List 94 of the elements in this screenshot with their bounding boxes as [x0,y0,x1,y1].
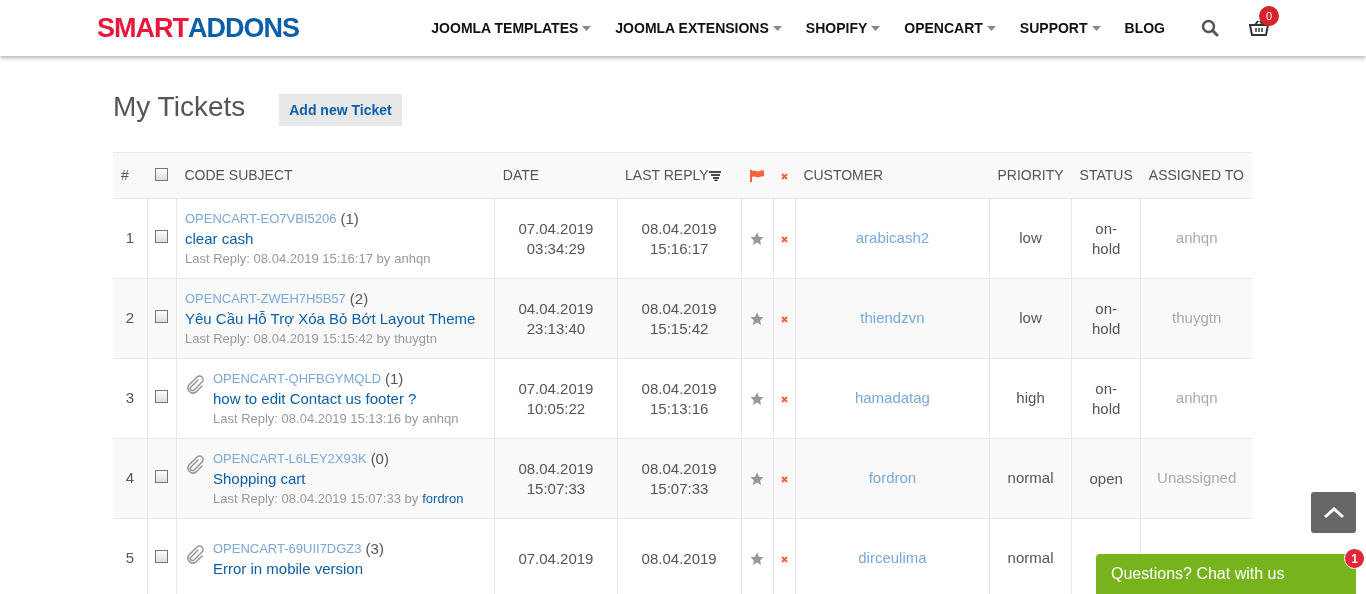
column-header: CODE SUBJECT [184,167,293,183]
date-text: 08.04.2019 15:16:17 [641,219,717,257]
date-text: 07.04.2019 10:05:22 [518,379,594,417]
row-number: 1 [125,229,135,247]
reply-count: (2) [349,288,369,309]
date-text: 04.04.2019 23:13:40 [518,299,594,337]
priority-text: normal [1007,469,1054,487]
user-name: anhqn [394,249,431,268]
close-icon[interactable] [780,555,788,563]
star-icon[interactable] [750,232,765,247]
last-reply-info: Last Reply: 08.04.2019 15:16:17 by [184,249,391,268]
close-icon[interactable] [780,315,788,323]
add-ticket-button[interactable]: Add new Ticket [279,94,402,126]
user-name: thuygtn [394,329,437,348]
row-number: 4 [125,469,135,487]
column-header[interactable]: STATUS [1079,167,1133,183]
page-title: My Tickets [113,90,246,124]
priority-text: high [1016,389,1045,407]
column-header: # [121,167,129,183]
column-header[interactable]: ASSIGNED TO [1148,167,1244,183]
caret-icon [986,25,996,31]
row-number: 5 [125,549,135,567]
status-text: open [1089,469,1123,487]
search-icon[interactable] [1201,19,1219,37]
nav-link[interactable]: JOOMLA TEMPLATES [431,17,592,39]
date-text: 08.04.2019 15:15:42 [641,299,717,337]
logo-text[interactable]: SMART [97,7,188,49]
checkbox[interactable] [155,550,169,564]
chevron-up-icon [1322,506,1345,519]
star-icon[interactable] [750,312,765,327]
nav-link[interactable]: BLOG [1124,17,1165,39]
star-icon[interactable] [750,472,765,487]
assignee-text: Unassigned [1157,469,1237,487]
nav-link[interactable]: JOOMLA EXTENSIONS [615,17,782,39]
logo-text[interactable]: ADDONS [188,7,299,49]
assignee-text: anhqn [1175,389,1218,407]
status-text: on-hold [1092,299,1121,337]
checkbox[interactable] [155,390,169,404]
column-header[interactable]: PRIORITY [997,167,1064,183]
column-header[interactable]: LAST REPLY [625,165,709,186]
date-text: 07.04.2019 [518,549,594,567]
date-text: 07.04.2019 03:34:29 [518,219,594,257]
ticket-subject-link[interactable]: clear cash [184,228,431,249]
ticket-subject-link[interactable]: how to edit Contact us footer ? [212,388,459,409]
reply-count: (1) [385,368,404,389]
reply-count: (1) [340,208,359,229]
assignee-text: anhqn [1175,229,1218,247]
nav-link[interactable]: OPENCART [904,17,996,39]
row-number: 2 [125,309,135,327]
checkbox[interactable] [155,470,169,484]
close-icon[interactable] [780,172,788,180]
last-reply-info: Last Reply: 08.04.2019 15:13:16 by [212,409,419,428]
star-icon[interactable] [750,552,765,567]
notification-badge: 1 [1344,548,1365,569]
caret-icon [772,25,782,31]
date-text: 08.04.2019 [641,549,717,567]
date-text: 08.04.2019 15:13:16 [641,379,717,417]
ticket-subject-link[interactable]: Error in mobile version [212,558,384,579]
close-icon[interactable] [780,235,788,243]
assignee-text: thuygtn [1172,309,1222,327]
last-reply-info: Last Reply: 08.04.2019 15:07:33 by [212,489,419,508]
ticket-subject-link[interactable]: Yêu Cầu Hỗ Trợ Xóa Bỏ Bớt Layout Theme [184,308,476,329]
priority-text: low [1019,229,1042,247]
status-text: on-hold [1092,379,1121,417]
basket-icon[interactable] [1249,20,1269,36]
close-icon[interactable] [780,475,788,483]
ticket-subject-link[interactable]: Shopping cart [212,468,464,489]
column-header[interactable]: DATE [502,167,540,183]
caret-icon [1091,25,1101,31]
reply-count: (3) [365,538,384,559]
star-icon[interactable] [750,392,765,407]
checkbox[interactable] [155,310,169,324]
caret-icon [582,25,592,31]
close-icon[interactable] [780,395,788,403]
nav-link[interactable]: SUPPORT [1019,17,1101,39]
flag-icon[interactable] [749,170,765,183]
cart-count-badge: 0 [1259,6,1279,26]
reply-count: (0) [370,448,389,469]
checkbox[interactable] [155,230,169,244]
row-number: 3 [125,389,135,407]
back-to-top-button[interactable] [1311,492,1356,533]
caret-icon [871,25,881,31]
date-text: 08.04.2019 15:07:33 [518,459,594,497]
date-text: 08.04.2019 15:07:33 [641,459,717,497]
checkbox[interactable] [155,167,169,181]
user-link[interactable]: fordron [422,488,464,509]
user-name: anhqn [422,409,459,428]
status-text: on-hold [1092,219,1121,257]
nav-link[interactable]: SHOPIFY [805,17,881,39]
sort-icon[interactable] [708,170,721,181]
last-reply-info: Last Reply: 08.04.2019 15:15:42 by [184,329,391,348]
priority-text: normal [1007,549,1054,567]
priority-text: low [1019,309,1042,327]
column-header[interactable]: CUSTOMER [803,167,884,183]
